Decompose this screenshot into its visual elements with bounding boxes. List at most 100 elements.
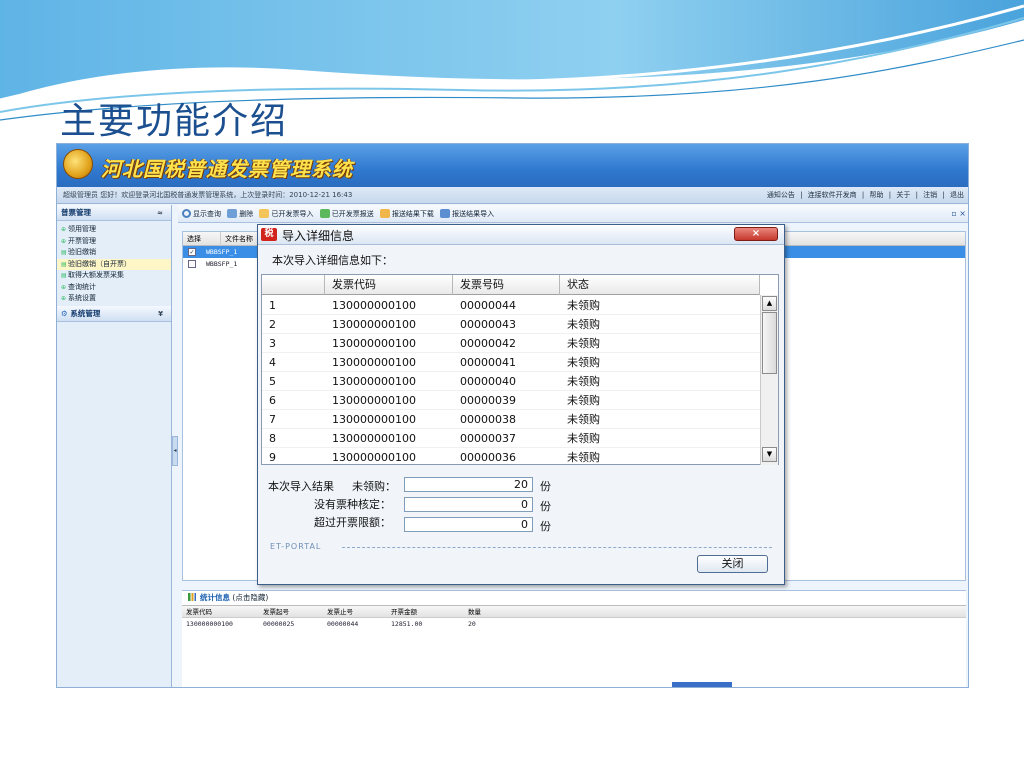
result-label-no-type: 没有票种核定： <box>314 498 391 511</box>
unit-label: 份 <box>540 500 551 513</box>
invoice-status: 未领购 <box>567 318 600 331</box>
invoice-code: 130000000100 <box>332 337 416 350</box>
sidebar-item-purchase[interactable]: ⊕ 领用管理 <box>57 224 171 236</box>
table-icon <box>440 209 451 218</box>
sidebar-item-verify[interactable]: ▤验旧缴销 <box>57 247 171 259</box>
link-notice[interactable]: 通知公告 <box>767 191 795 199</box>
column-header-index[interactable] <box>262 275 325 295</box>
link-exit[interactable]: 退出 <box>950 191 964 199</box>
page-icon: ▤ <box>61 272 67 279</box>
sidebar-section-system[interactable]: ⚙ 系统管理 ¥ <box>57 305 171 322</box>
sidebar-item-verify-self[interactable]: ▤验旧缴销（自开票） <box>57 258 171 270</box>
table-row[interactable]: 7 130000000100 00000038 未领购 <box>262 410 760 429</box>
table-row[interactable]: 3 130000000100 00000042 未领购 <box>262 334 760 353</box>
dialog-title: 导入详细信息 <box>282 229 355 243</box>
expand-icon: ⊕ <box>61 226 67 233</box>
sidebar-item-label: 领用管理 <box>68 225 96 233</box>
collapse-chevron-icon[interactable]: ≈ <box>157 205 163 221</box>
row-checkbox[interactable] <box>188 260 196 268</box>
app-name: 河北国税普通发票管理系统 <box>101 157 353 181</box>
link-logout[interactable]: 注销 <box>923 191 937 199</box>
invoice-status: 未领购 <box>567 356 600 369</box>
invoice-number: 00000042 <box>460 337 516 350</box>
expand-chevron-icon[interactable]: ¥ <box>158 306 163 322</box>
scroll-up-icon[interactable]: ▲ <box>762 296 777 311</box>
table-row[interactable]: 4 130000000100 00000041 未领购 <box>262 353 760 372</box>
link-separator: | <box>861 191 865 199</box>
slide-title: 主要功能介绍 <box>60 101 289 142</box>
start-number: 00000025 <box>263 620 295 628</box>
folder-icon <box>259 209 270 218</box>
export-icon <box>319 209 330 218</box>
vertical-scrollbar[interactable]: ▲ ▼ <box>760 295 778 465</box>
table-row[interactable]: 1 130000000100 00000044 未领购 <box>262 296 760 315</box>
result-label-unpurchased: 未领购： <box>352 480 396 493</box>
table-row[interactable]: 9 130000000100 00000036 未领购 <box>262 448 760 465</box>
sidebar-item-large-invoice[interactable]: ▤取得大额发票采集 <box>57 270 171 282</box>
invoice-code: 130000000100 <box>332 432 416 445</box>
link-help[interactable]: 帮助 <box>870 191 884 199</box>
sidebar-collapse-handle[interactable]: ◂ <box>172 436 178 466</box>
row-index: 3 <box>269 337 276 350</box>
brand-label: ET-PORTAL <box>270 542 322 551</box>
sidebar-item-query[interactable]: ⊕ 查询统计 <box>57 282 171 294</box>
close-icon[interactable]: × <box>734 227 778 241</box>
dialog-titlebar[interactable]: 税 导入详细信息 × <box>258 225 784 245</box>
show-query-button[interactable]: 显示查询 <box>182 205 221 223</box>
row-index: 5 <box>269 375 276 388</box>
scrollbar-thumb[interactable] <box>762 312 777 374</box>
tax-emblem-icon <box>63 149 93 179</box>
close-button[interactable]: 关闭 <box>697 555 768 573</box>
invoice-status: 未领购 <box>567 432 600 445</box>
bar-chart-icon <box>188 593 196 601</box>
invoice-code: 130000000100 <box>332 299 416 312</box>
table-row[interactable]: 5 130000000100 00000040 未领购 <box>262 372 760 391</box>
tax-icon: 税 <box>261 228 277 241</box>
link-vendor[interactable]: 连接软件开发商 <box>808 191 857 199</box>
over-limit-count-field[interactable]: 0 <box>404 517 533 532</box>
link-about[interactable]: 关于 <box>896 191 910 199</box>
invoice-number: 00000037 <box>460 432 516 445</box>
stats-row[interactable]: 130000000100 00000025 00000044 12851.00 20 <box>182 618 966 630</box>
stats-panel: 统计信息 (点击隐藏) 发票代码 发票起号 发票止号 开票金额 数量 130000000… <box>182 590 966 687</box>
submit-issued-button[interactable]: 已开发票报送 <box>319 205 374 223</box>
invoice-number: 00000036 <box>460 451 516 464</box>
stats-title[interactable]: 统计信息 (点击隐藏) <box>182 591 966 605</box>
import-issued-button[interactable]: 已开发票导入 <box>259 205 313 223</box>
gear-icon: ⚙ <box>61 308 71 318</box>
table-row[interactable]: 8 130000000100 00000037 未领购 <box>262 429 760 448</box>
panel-window-controls[interactable]: ▫ × <box>951 205 966 223</box>
invoice-code: 130000000100 <box>332 375 416 388</box>
scroll-down-icon[interactable]: ▼ <box>762 447 777 462</box>
row-index: 9 <box>269 451 276 464</box>
table-row[interactable]: 6 130000000100 00000039 未领购 <box>262 391 760 410</box>
invoice-number: 00000038 <box>460 413 516 426</box>
sidebar-item-settings[interactable]: ⊕ 系统设置 <box>57 293 171 305</box>
unit-label: 份 <box>540 520 551 533</box>
sidebar-item-label: 验旧缴销 <box>68 248 96 256</box>
stats-header: 发票代码 发票起号 发票止号 开票金额 数量 <box>182 605 966 618</box>
column-header-status[interactable]: 状态 <box>560 275 760 295</box>
row-index: 7 <box>269 413 276 426</box>
sidebar-item-issue[interactable]: ⊕ 开票管理 <box>57 236 171 248</box>
table-row[interactable]: 2 130000000100 00000043 未领购 <box>262 315 760 334</box>
horizontal-scrollbar[interactable] <box>672 682 732 687</box>
dialog-subtitle: 本次导入详细信息如下： <box>272 254 393 267</box>
toolbar: 显示查询 删除 已开发票导入 已开发票报送 报送结果下载 报送结果导入 ▫ × <box>178 205 968 223</box>
column-header[interactable]: 选择 <box>183 232 221 246</box>
column-header-number[interactable]: 发票号码 <box>453 275 560 295</box>
end-number: 00000044 <box>327 620 359 628</box>
invoice-number: 00000043 <box>460 318 516 331</box>
page-icon: ▤ <box>61 260 67 268</box>
link-separator: | <box>915 191 918 199</box>
no-type-count-field[interactable]: 0 <box>404 497 533 512</box>
download-result-button[interactable]: 报送结果下载 <box>379 205 434 223</box>
row-index: 4 <box>269 356 276 369</box>
delete-button[interactable]: 删除 <box>227 205 253 223</box>
unpurchased-count-field[interactable]: 20 <box>404 477 533 492</box>
sidebar-section-invoice[interactable]: 普票管理 ≈ <box>57 205 171 221</box>
app-info-bar: 超级管理员 您好！欢迎登录河北国税普通发票管理系统，上次登录时间：2010-12… <box>57 187 968 204</box>
row-checkbox[interactable]: ✓ <box>188 248 196 256</box>
column-header-code[interactable]: 发票代码 <box>325 275 453 295</box>
import-result-button[interactable]: 报送结果导入 <box>440 205 494 223</box>
